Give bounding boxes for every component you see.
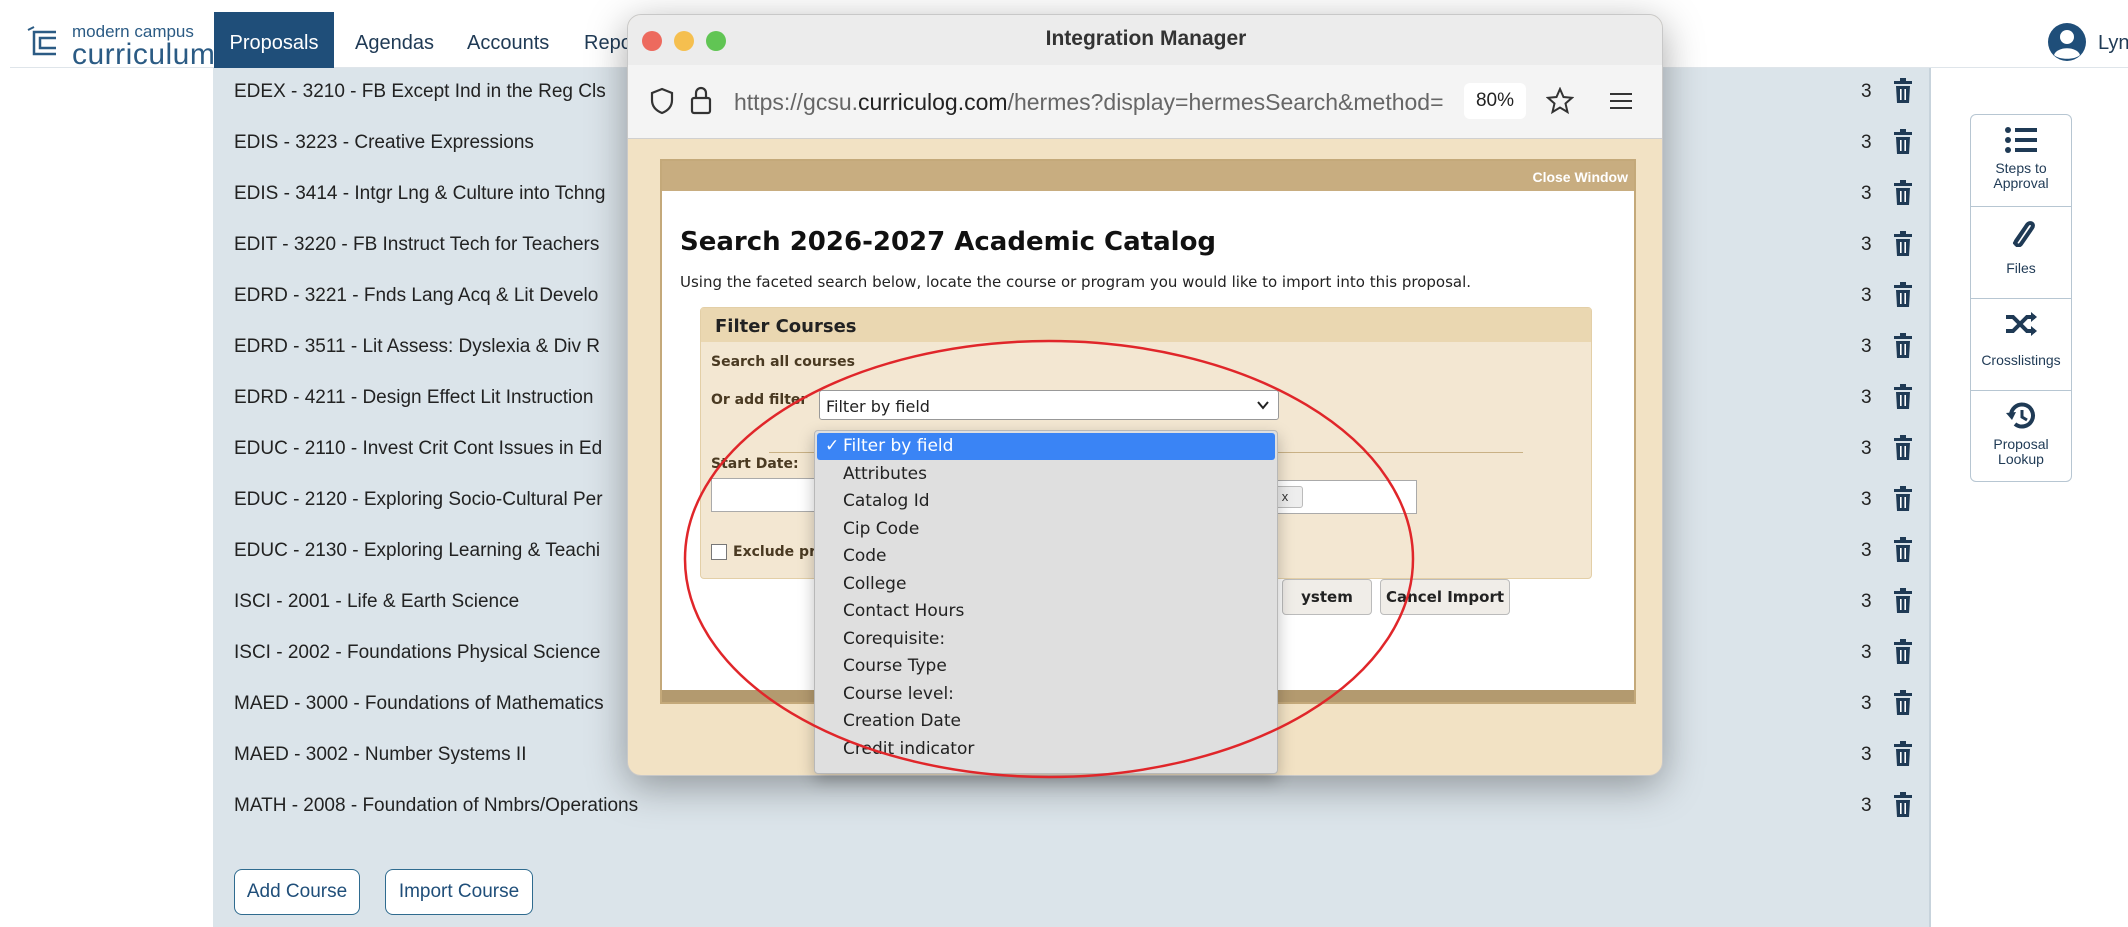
course-credits: 3 [1861,183,1872,204]
course-name[interactable]: EDIT - 3220 - FB Instruct Tech for Teach… [234,234,599,256]
side-label: Crosslistings [1981,352,2061,368]
logo-mark-icon [27,26,56,56]
course-credits: 3 [1861,744,1872,765]
course-name[interactable]: EDIS - 3414 - Intgr Lng & Culture into T… [234,183,605,205]
url-domain: curriculog.com [858,89,1008,115]
side-item-crosslistings[interactable]: Crosslistings [1971,299,2071,391]
course-name[interactable]: MAED - 3000 - Foundations of Mathematics [234,693,604,715]
course-credits: 3 [1861,795,1872,816]
history-icon [2006,402,2035,429]
course-name[interactable]: EDUC - 2120 - Exploring Socio-Cultural P… [234,489,603,511]
logo[interactable]: modern campus curriculum™ [26,22,225,71]
course-name[interactable]: EDIS - 3223 - Creative Expressions [234,132,534,154]
trash-icon[interactable] [1893,231,1913,257]
trash-icon[interactable] [1893,78,1913,104]
url-prefix: https://gcsu. [734,89,859,115]
side-label: Proposal Lookup [1993,436,2049,467]
course-credits: 3 [1861,234,1872,255]
star-icon[interactable] [1546,87,1574,115]
nav-agendas[interactable]: Agendas [355,12,434,74]
side-item-proposal-lookup[interactable]: Proposal Lookup [1971,391,2071,483]
course-name[interactable]: EDUC - 2130 - Exploring Learning & Teach… [234,540,600,562]
filter-header: Filter Courses [701,308,1591,342]
app-root: modern campus curriculum™ Proposals Agen… [0,0,2128,927]
course-name[interactable]: ISCI - 2002 - Foundations Physical Scien… [234,642,600,664]
hamburger-menu-icon[interactable] [1610,91,1632,111]
course-credits: 3 [1861,81,1872,102]
course-credits: 3 [1861,489,1872,510]
trash-icon[interactable] [1893,282,1913,308]
shield-icon[interactable] [650,87,674,115]
import-course-button[interactable]: Import Course [385,869,533,915]
trash-icon[interactable] [1893,588,1913,614]
trash-icon[interactable] [1893,435,1913,461]
trash-icon[interactable] [1893,129,1913,155]
trash-icon[interactable] [1893,741,1913,767]
course-credits: 3 [1861,387,1872,408]
nav-proposals[interactable]: Proposals [214,12,334,74]
trash-icon[interactable] [1893,486,1913,512]
logo-big-word: curriculum [72,38,216,71]
course-name[interactable]: EDRD - 4211 - Design Effect Lit Instruct… [234,387,593,409]
trash-icon[interactable] [1893,792,1913,818]
course-name[interactable]: MAED - 3002 - Number Systems II [234,744,526,766]
course-credits: 3 [1861,540,1872,561]
trash-icon[interactable] [1893,690,1913,716]
course-name[interactable]: MATH - 2008 - Foundation of Nmbrs/Operat… [234,795,638,817]
trash-icon[interactable] [1893,639,1913,665]
shuffle-icon [2006,312,2037,336]
side-panel: Steps to Approval Files Crosslistings Pr… [1970,114,2072,482]
course-credits: 3 [1861,285,1872,306]
zoom-level-badge[interactable]: 80% [1464,83,1526,119]
annotation-ellipse [683,339,1415,779]
paperclip-icon [2013,221,2035,247]
trash-icon[interactable] [1893,384,1913,410]
side-item-steps-to-approval[interactable]: Steps to Approval [1971,115,2071,207]
course-name[interactable]: EDUC - 2110 - Invest Crit Cont Issues in… [234,438,602,460]
lock-icon [690,86,712,115]
url-path: /hermes?display=hermesSearch&method= [1007,89,1444,115]
course-credits: 3 [1861,591,1872,612]
side-label: Files [2006,260,2036,276]
add-course-button[interactable]: Add Course [234,869,360,915]
user-avatar-icon[interactable] [2047,22,2087,62]
dialog-header: Close Window [662,161,1634,191]
window-titlebar: Integration Manager [628,15,1662,65]
trash-icon[interactable] [1893,333,1913,359]
browser-url-bar: https://gcsu.curriculog.com/hermes?displ… [628,65,1662,139]
course-name[interactable]: EDEX - 3210 - FB Except Ind in the Reg C… [234,81,606,103]
dialog-description: Using the faceted search below, locate t… [680,273,1472,291]
window-title: Integration Manager [1045,27,1247,50]
side-label: Steps to Approval [1993,160,2049,191]
trash-icon[interactable] [1893,180,1913,206]
nav-reports[interactable]: Repo [584,12,632,74]
course-credits: 3 [1861,642,1872,663]
trash-icon[interactable] [1893,537,1913,563]
close-window-link[interactable]: Close Window [1532,169,1628,185]
course-name[interactable]: EDRD - 3221 - Fnds Lang Acq & Lit Develo [234,285,598,307]
nav-accounts[interactable]: Accounts [467,12,549,74]
dialog-title: Search 2026-2027 Academic Catalog [680,227,1217,257]
filter-title: Filter Courses [715,316,857,337]
url-text[interactable]: https://gcsu.curriculog.com/hermes?displ… [734,89,1454,116]
course-credits: 3 [1861,693,1872,714]
course-credits: 3 [1861,438,1872,459]
side-item-files[interactable]: Files [1971,207,2071,299]
logo-big-text: curriculum™ [72,38,226,72]
list-icon [2005,127,2037,153]
course-name[interactable]: ISCI - 2001 - Life & Earth Science [234,591,519,613]
course-name[interactable]: EDRD - 3511 - Lit Assess: Dyslexia & Div… [234,336,600,358]
course-credits: 3 [1861,336,1872,357]
user-name[interactable]: Lynd [2098,32,2128,55]
right-gutter [1929,68,1969,927]
course-credits: 3 [1861,132,1872,153]
course-row: MATH - 2008 - Foundation of Nmbrs/Operat… [213,782,1929,833]
